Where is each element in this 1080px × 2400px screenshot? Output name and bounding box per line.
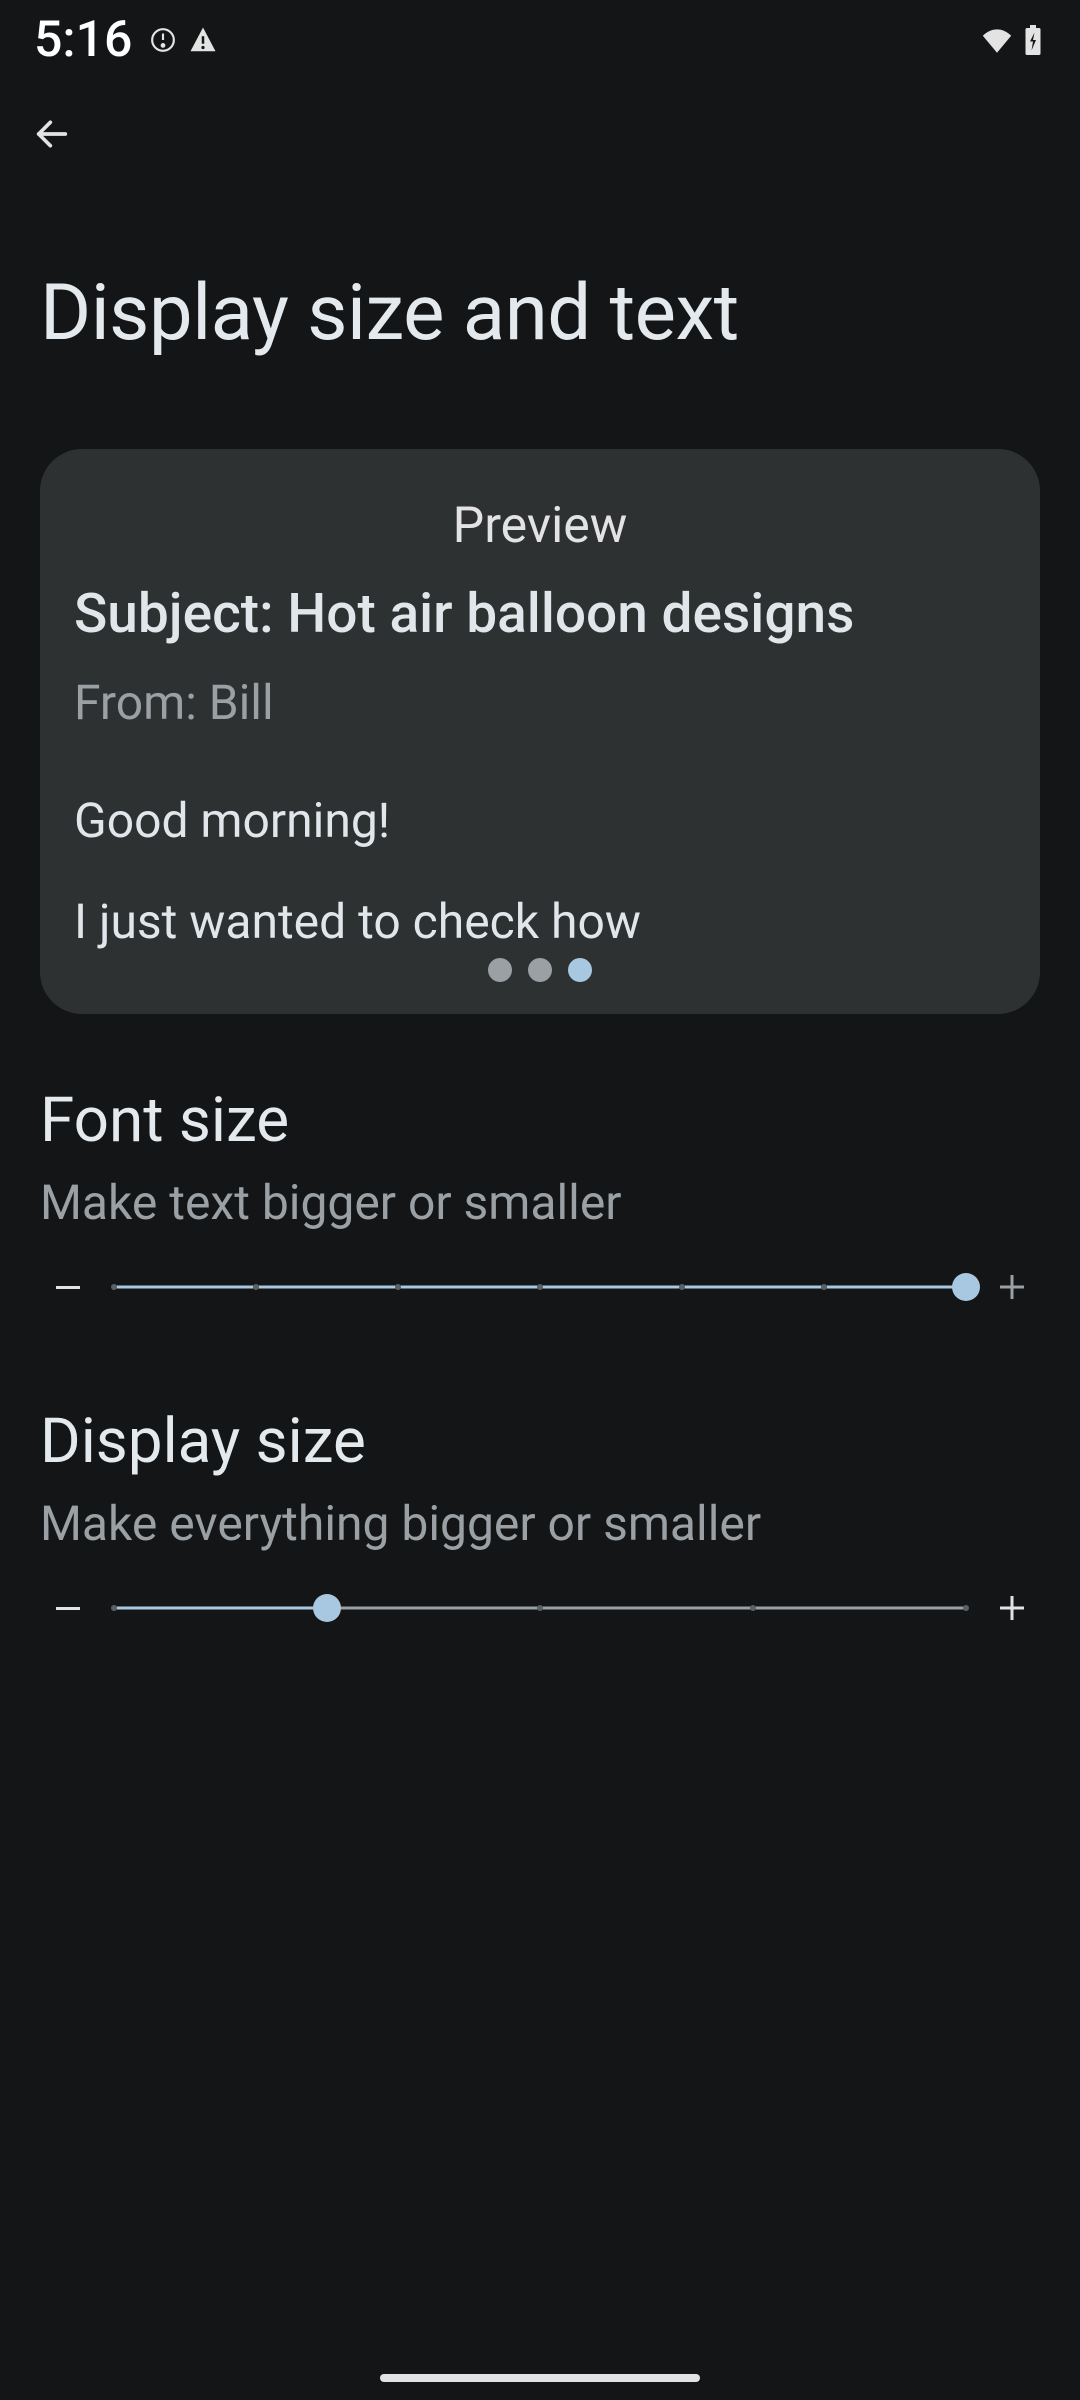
battery-charging-icon [1024, 25, 1042, 55]
display-size-subtitle: Make everything bigger or smaller [40, 1494, 1040, 1554]
display-size-slider[interactable] [114, 1594, 966, 1622]
slider-tick [111, 1605, 117, 1611]
plus-icon [1000, 1275, 1024, 1299]
minus-icon [56, 1286, 80, 1289]
slider-tick [679, 1284, 685, 1290]
font-size-subtitle: Make text bigger or smaller [40, 1173, 1040, 1233]
preview-card[interactable]: Preview Subject: Hot air balloon designs… [40, 449, 1040, 1014]
font-size-increase-button[interactable] [994, 1269, 1030, 1305]
preview-from: From: Bill [74, 674, 1006, 731]
slider-fill [114, 1607, 327, 1610]
pager-dot[interactable] [528, 958, 552, 982]
display-size-decrease-button[interactable] [50, 1590, 86, 1626]
pager-dot-active[interactable] [568, 958, 592, 982]
status-time: 5:16 [34, 11, 132, 69]
font-size-slider[interactable] [114, 1273, 966, 1301]
pager-dot[interactable] [488, 958, 512, 982]
slider-tick [750, 1605, 756, 1611]
font-size-slider-row [40, 1269, 1040, 1305]
page-title: Display size and text [0, 158, 1080, 419]
minus-icon [56, 1607, 80, 1610]
preview-label: Preview [74, 497, 1006, 555]
gesture-nav-bar[interactable] [380, 2374, 700, 2382]
preview-subject: Subject: Hot air balloon designs [74, 583, 1006, 646]
display-size-section: Display size Make everything bigger or s… [0, 1305, 1080, 1626]
warning-triangle-icon [188, 25, 218, 55]
font-size-section: Font size Make text bigger or smaller [0, 1014, 1080, 1305]
slider-thumb[interactable] [952, 1273, 980, 1301]
display-size-increase-button[interactable] [994, 1590, 1030, 1626]
display-size-title: Display size [40, 1405, 1040, 1478]
font-size-title: Font size [40, 1084, 1040, 1157]
slider-tick [395, 1284, 401, 1290]
app-bar [0, 80, 1080, 158]
slider-tick [537, 1605, 543, 1611]
info-circle-icon [150, 27, 176, 53]
slider-tick [111, 1284, 117, 1290]
status-left: 5:16 [34, 11, 218, 69]
slider-tick [253, 1284, 259, 1290]
slider-tick [963, 1605, 969, 1611]
arrow-back-icon [32, 114, 72, 154]
plus-icon [1000, 1596, 1024, 1620]
status-bar: 5:16 [0, 0, 1080, 80]
slider-thumb[interactable] [313, 1594, 341, 1622]
pager-indicator [488, 958, 592, 982]
preview-body-line: I just wanted to check how [74, 893, 641, 950]
preview-greeting: Good morning! [74, 792, 390, 849]
status-notification-icons [150, 25, 218, 55]
preview-body: Good morning! I just wanted to check how [74, 771, 1006, 973]
status-right [980, 25, 1042, 55]
font-size-decrease-button[interactable] [50, 1269, 86, 1305]
wifi-icon [980, 27, 1014, 53]
slider-tick [821, 1284, 827, 1290]
slider-tick [537, 1284, 543, 1290]
display-size-slider-row [40, 1590, 1040, 1626]
back-button[interactable] [28, 110, 76, 158]
